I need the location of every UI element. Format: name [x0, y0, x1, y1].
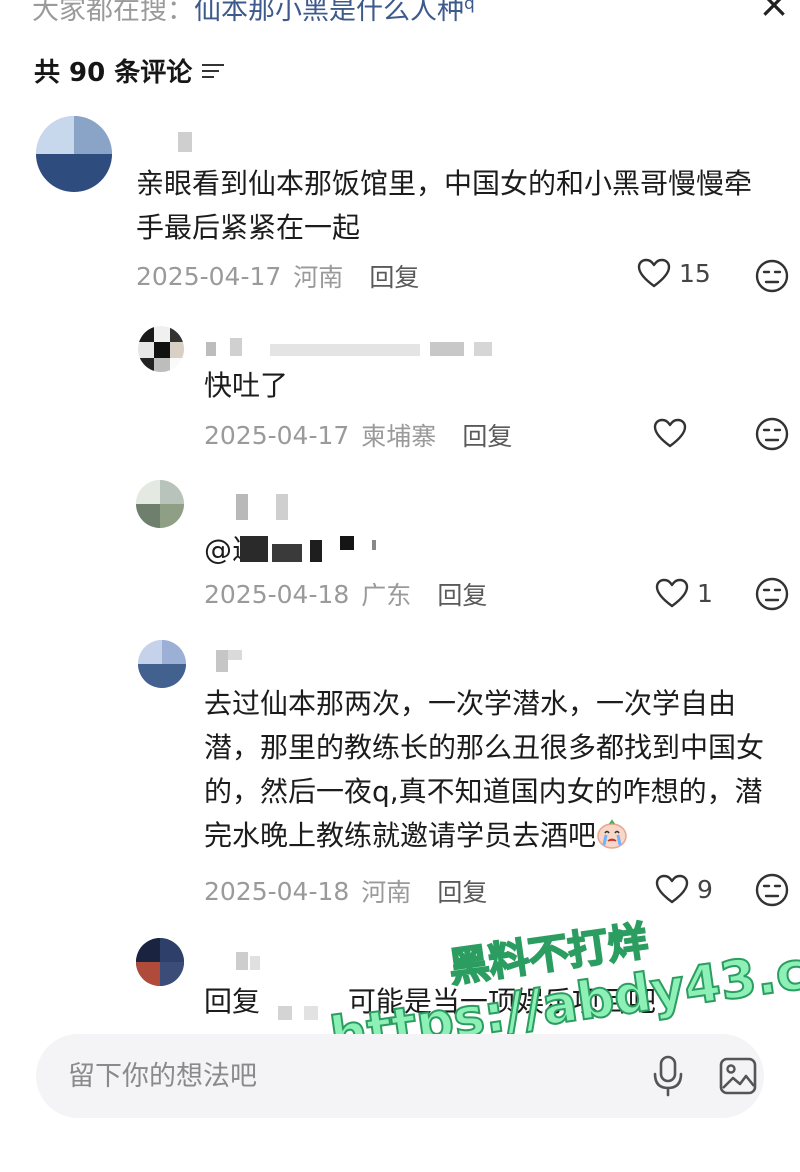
search-suggestion-query[interactable]: 仙本那小黑是什么人种: [194, 0, 464, 26]
comment-text-body: 可能是当一项娱乐项目吧: [347, 985, 656, 1018]
avatar[interactable]: [138, 640, 186, 688]
like-button[interactable]: 9: [655, 874, 713, 904]
comment-location: 广东: [361, 581, 412, 610]
heart-icon: [653, 418, 687, 448]
dislike-face-icon[interactable]: [754, 872, 790, 908]
comment-date: 2025-04-17: [204, 420, 350, 450]
comment-text: 快吐了: [204, 369, 289, 402]
like-button[interactable]: 1: [655, 578, 713, 608]
username-mosaic[interactable]: [164, 132, 204, 152]
username-mosaic[interactable]: [206, 650, 246, 672]
heart-icon: [637, 258, 671, 288]
comment-meta: 2025-04-18 河南 回复: [204, 873, 487, 909]
like-count: 9: [697, 874, 713, 904]
comment-meta: 2025-04-18 广东 回复: [204, 576, 487, 612]
comment-text: 亲眼看到仙本那饭馆里，中国女的和小黑哥慢慢牵手最后紧紧在一起: [136, 167, 753, 244]
dislike-face-icon[interactable]: [754, 258, 790, 294]
comment-date: 2025-04-18: [204, 876, 350, 906]
heart-icon: [655, 578, 689, 608]
comment-input-bar: [36, 1034, 764, 1118]
comment-date: 2025-04-18: [204, 579, 350, 609]
comment-date: 2025-04-17: [136, 261, 282, 291]
close-icon[interactable]: ×: [752, 0, 796, 24]
reply-button[interactable]: 回复: [437, 873, 487, 909]
comment-input[interactable]: [68, 1054, 588, 1098]
avatar[interactable]: [36, 116, 112, 192]
avatar[interactable]: [138, 326, 184, 372]
mention-mosaic: [278, 1006, 338, 1026]
comment-location: 河南: [293, 263, 344, 292]
comment-count-label: 共 90 条评论: [34, 58, 193, 88]
reply-button[interactable]: 回复: [369, 258, 419, 294]
like-button[interactable]: 15: [637, 258, 711, 288]
username-mosaic[interactable]: [236, 494, 296, 520]
heart-icon: [655, 874, 689, 904]
comment-meta: 2025-04-17 河南 回复: [136, 258, 419, 294]
like-button[interactable]: [653, 418, 695, 448]
dislike-face-icon[interactable]: [754, 576, 790, 612]
search-suggestion-prefix: 大家都在搜：: [32, 0, 194, 26]
comment-location: 柬埔寨: [361, 422, 437, 451]
comment-text: 去过仙本那两次，一次学潜水，一次学自由潜，那里的教练长的那么丑很多都找到中国女的…: [204, 682, 774, 858]
comment-text-body: 去过仙本那两次，一次学潜水，一次学自由潜，那里的教练长的那么丑很多都找到中国女的…: [204, 687, 765, 852]
username-mosaic[interactable]: [206, 338, 496, 358]
comment-count-header: 共 90 条评论: [34, 52, 226, 89]
search-suggestion-bar[interactable]: 大家都在搜：仙本那小黑是什么人种q: [0, 0, 800, 40]
reply-button[interactable]: 回复: [437, 576, 487, 612]
microphone-icon[interactable]: [648, 1054, 688, 1098]
like-count: 1: [697, 578, 713, 608]
search-query-icon: q: [464, 0, 475, 14]
comment-meta: 2025-04-17 柬埔寨 回复: [204, 417, 512, 453]
avatar[interactable]: [136, 480, 184, 528]
reply-prefix: 回复: [204, 985, 261, 1018]
image-icon[interactable]: [718, 1056, 758, 1096]
like-count: 15: [679, 258, 711, 288]
crying-emoji-icon: [597, 819, 627, 849]
dislike-face-icon[interactable]: [754, 416, 790, 452]
search-suggestion[interactable]: 大家都在搜：仙本那小黑是什么人种q: [32, 0, 475, 27]
username-mosaic[interactable]: [236, 952, 276, 972]
reply-button[interactable]: 回复: [462, 417, 512, 453]
sort-icon[interactable]: [202, 61, 226, 81]
mention-mosaic: [240, 536, 390, 564]
comment-location: 河南: [361, 878, 412, 907]
avatar[interactable]: [136, 938, 184, 986]
